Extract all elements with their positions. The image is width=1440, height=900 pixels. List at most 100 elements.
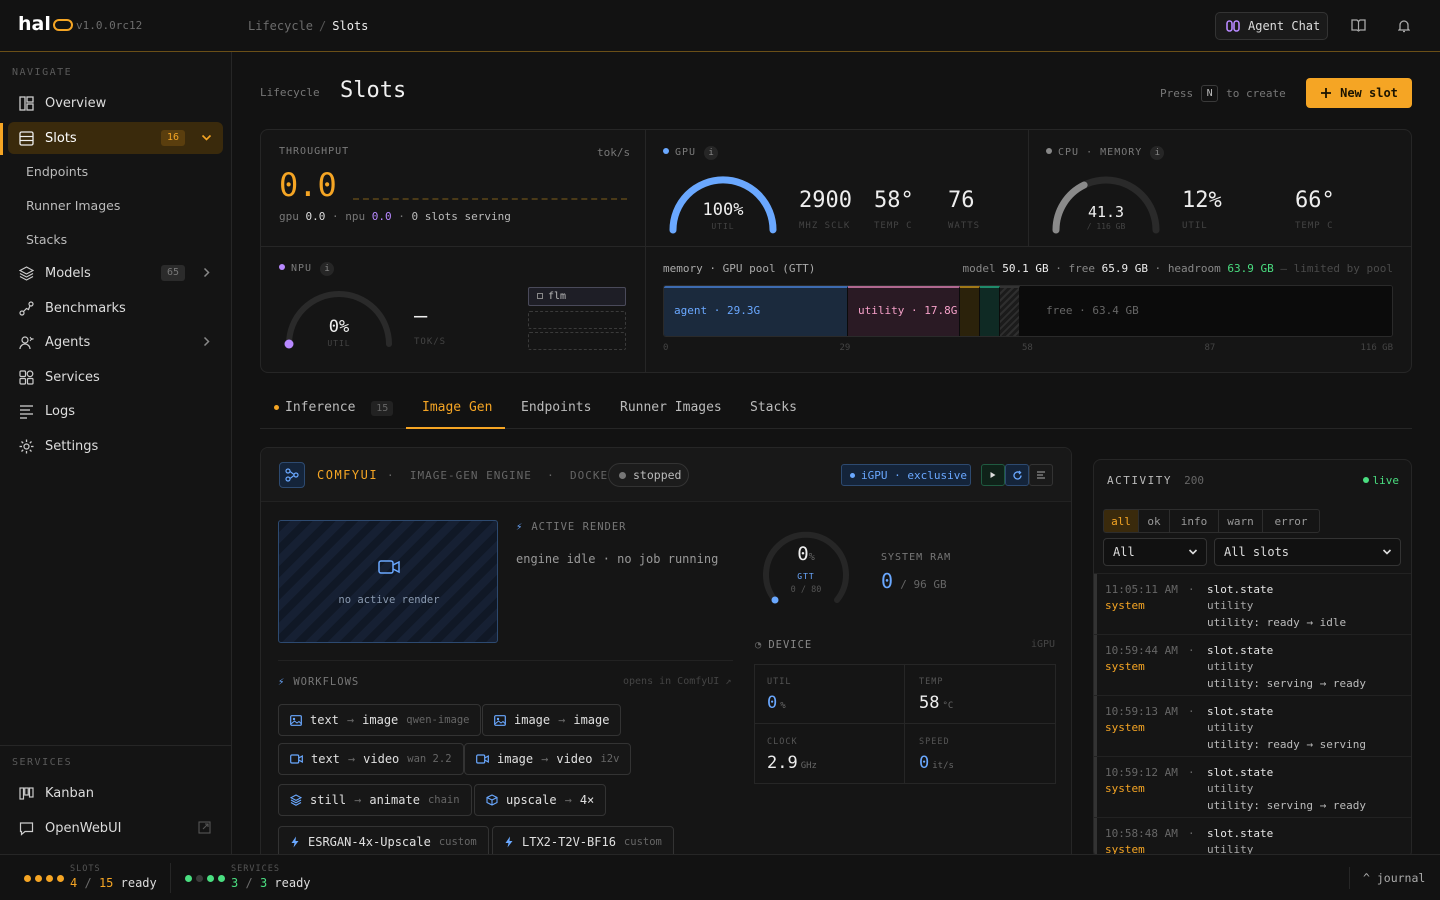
device-label: ◔ DEVICE [755,639,813,651]
cpu-info-icon[interactable]: i [1150,146,1165,160]
memory-segment[interactable] [960,286,980,336]
sidebar-sub-stacks[interactable]: Stacks [26,232,67,247]
throughput-sparkline [353,198,627,200]
activity-event-row[interactable]: 10:59:44 AM · slot.state system utility utili… [1094,634,1411,695]
filter-warn[interactable]: warn [1218,509,1263,533]
chevron-down-icon [1382,547,1392,557]
sidebar-item-label: Slots [45,130,77,146]
filter-info[interactable]: info [1169,509,1219,533]
tab-stacks[interactable]: Stacks [750,393,797,429]
activity-event-row[interactable]: 10:59:12 AM · slot.state system utility utili… [1094,756,1411,817]
workflow-button[interactable]: image → video i2v [464,743,632,775]
slot-filter-select[interactable]: All slots [1214,538,1401,566]
event-source: system [1105,782,1145,795]
chevron-right-icon[interactable] [201,336,212,347]
opens-in-comfyui-link[interactable]: opens in ComfyUI ↗ [623,676,731,687]
memory-segment[interactable]: free · 63.4 GB [1020,286,1392,336]
npu-slot-flm[interactable]: flm [528,287,626,306]
sidebar-item-agents[interactable]: Agents [8,326,223,358]
sidebar-item-logs[interactable]: Logs [8,395,223,427]
gpu-watts-value: 76 [948,188,975,213]
sidebar-item-services[interactable]: Services [8,361,223,393]
breadcrumb: Lifecycle / Slots [248,19,369,33]
sidebar-sub-runner-images[interactable]: Runner Images [26,198,120,213]
event-message: utility: serving → ready [1207,677,1366,690]
memory-segment[interactable] [1000,286,1020,336]
engine-status-badge: stopped [608,463,689,487]
npu-info-icon[interactable]: i [320,262,335,276]
workflow-to: video [363,752,400,766]
chevron-right-icon[interactable] [201,267,212,278]
logo-pill-icon [52,19,73,31]
breadcrumb-parent[interactable]: Lifecycle [248,19,313,33]
tab-image-gen[interactable]: Image Gen [406,393,505,429]
slots-icon [18,130,34,146]
start-button[interactable] [981,464,1005,486]
sidebar-item-benchmarks[interactable]: Benchmarks [8,292,223,324]
memory-segment[interactable]: utility · 17.8G [848,286,960,336]
tab-inference[interactable]: Inference 15 [274,393,402,429]
sidebar-sub-endpoints[interactable]: Endpoints [26,164,88,179]
workflow-button[interactable]: still → animate chain [278,784,472,816]
models-count-badge: 65 [161,265,186,281]
workflow-button[interactable]: upscale → 4× [474,784,607,816]
activity-event-row[interactable]: 10:59:13 AM · slot.state system utility utili… [1094,695,1411,756]
filter-ok[interactable]: ok [1138,509,1170,533]
event-slot: utility [1207,782,1254,795]
workflow-button[interactable]: text → video wan 2.2 [278,743,464,775]
memory-segment[interactable] [980,286,1000,336]
logs-button[interactable] [1029,464,1053,486]
memory-total: / 116 GB [1086,222,1126,231]
throughput-breakdown: gpu 0.0 · npu 0.0 · 0 slots serving [279,210,511,223]
system-ram-label: SYSTEM RAM [881,552,952,563]
event-message: utility: serving → ready [1207,799,1366,812]
event-kind-select[interactable]: All [1103,538,1207,566]
restart-button[interactable] [1005,464,1029,486]
filter-all[interactable]: all [1103,509,1139,533]
bell-icon[interactable] [1398,19,1410,33]
event-time: 10:59:12 AM [1105,766,1178,779]
gtt-gauge [763,531,849,604]
shortcut-hint: Press N to create [1160,85,1286,102]
memory-pool-axis: 0 29 58 87 116 GB [663,343,1393,355]
workflow-from: still [310,793,347,807]
status-footer: SLOTS 4 / 15 ready SERVICES 3 / 3 ready … [0,854,1440,900]
footer-slots-ready[interactable]: 4 / 15 ready [70,876,157,890]
journal-toggle[interactable]: ^ journal [1363,871,1425,885]
device-util-cell: UTIL 0% [754,664,905,724]
cube-icon [486,794,498,806]
sidebar-item-overview[interactable]: Overview [8,87,223,119]
agent-chat-button[interactable]: Agent Chat [1215,12,1328,40]
sidebar-item-settings[interactable]: Settings [8,430,223,462]
gpu-info-icon[interactable]: i [704,146,719,160]
activity-event-row[interactable]: 10:58:48 AM · slot.state system utility [1094,817,1411,858]
footer-services-ready[interactable]: 3 / 3 ready [231,876,311,890]
app-logo[interactable]: hal [18,13,73,35]
app-version: v1.0.0rc12 [76,19,143,32]
tab-runner-images[interactable]: Runner Images [620,393,722,429]
event-slot: utility [1207,721,1254,734]
chat-icon [18,820,34,836]
memory-segment[interactable]: agent · 29.3G [664,286,848,336]
workflow-button[interactable]: image → image [482,704,622,736]
event-type: slot.state [1207,705,1274,718]
event-type: slot.state [1207,583,1274,596]
memory-segment-label: agent · 29.3G [674,304,761,317]
activity-event-row[interactable]: 11:05:11 AM · slot.state system utility utili… [1094,573,1411,634]
new-slot-button[interactable]: New slot [1306,78,1412,108]
chevron-down-icon[interactable] [201,132,212,143]
sidebar-service-openwebui[interactable]: OpenWebUI [8,812,223,844]
page-title: Slots [340,78,407,103]
external-link-icon[interactable] [198,821,211,834]
tab-endpoints[interactable]: Endpoints [521,393,591,429]
filter-error[interactable]: error [1262,509,1320,533]
agent-chat-icon [1226,19,1240,33]
sidebar-service-kanban[interactable]: Kanban [8,777,223,809]
event-message: utility: ready → idle [1207,616,1347,629]
sidebar-item-slots[interactable]: Slots 16 [8,122,223,154]
divider [0,745,231,746]
sidebar-item-models[interactable]: Models 65 [8,257,223,289]
shortcut-to-create-text: to create [1226,87,1286,100]
workflow-button[interactable]: text → image qwen-image [278,704,482,736]
docs-book-icon[interactable] [1351,18,1366,32]
